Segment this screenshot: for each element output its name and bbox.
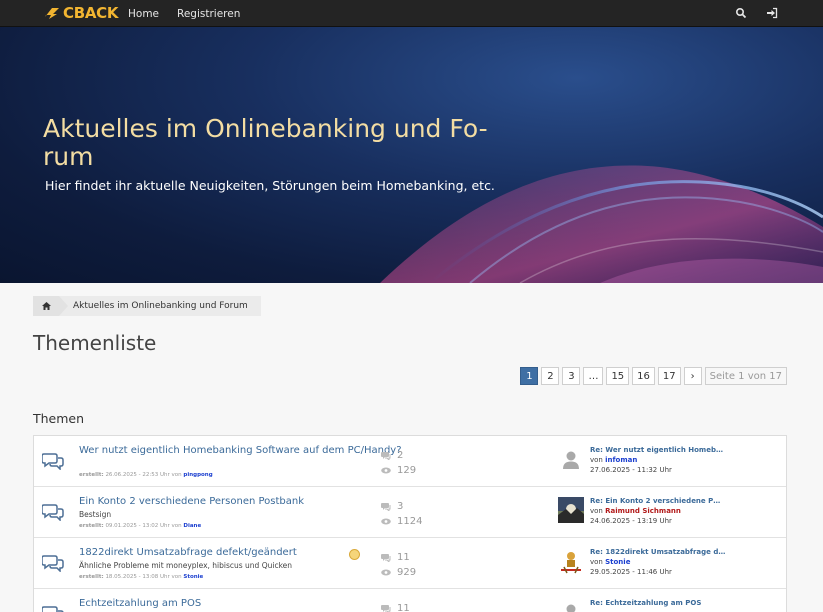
topic-row[interactable]: Echtzeitzahlung am POS 11 Re: Echtzeitza… [34,589,786,612]
replies-icon [381,502,391,511]
next-page-button[interactable]: › [683,367,702,385]
last-post-title-link[interactable]: Re: Wer nutzt eigentlich Homeb… [590,446,723,454]
page-17-button[interactable]: 17 [657,367,681,385]
replies-icon [381,553,391,562]
logo-icon [45,8,59,19]
last-post-date: 27.06.2025 - 11:32 Uhr [590,466,672,474]
top-navbar: CBACK Home Registrieren [0,0,823,27]
comments-icon [42,453,64,470]
hero-subtitle: Hier findet ihr aktuelle Neuigkeiten, St… [45,178,495,193]
topic-stats: 11 [381,601,410,612]
topic-row[interactable]: Wer nutzt eigentlich Homebanking Softwar… [34,436,786,487]
topic-title-link[interactable]: Echtzeitzahlung am POS [79,598,201,609]
page-2-button[interactable]: 2 [541,367,560,385]
breadcrumb-separator [59,296,68,316]
last-post-date: 24.06.2025 - 13:19 Uhr [590,517,672,525]
page-info: Seite 1 von 17 [704,367,787,385]
topic-title-link[interactable]: Wer nutzt eigentlich Homebanking Softwar… [79,445,402,456]
last-post-by: von infoman [590,456,637,464]
created-date: 18.05.2025 - 13:08 Uhr [105,574,170,580]
topic-title-link[interactable]: Ein Konto 2 verschiedene Personen Postba… [79,496,304,507]
views-icon [381,467,391,474]
breadcrumb: Aktuelles im Onlinebanking und Forum [33,296,261,316]
comments-icon [42,606,64,612]
replies-icon [381,604,391,612]
page-1-button[interactable]: 1 [520,367,539,385]
nav-register-link[interactable]: Registrieren [177,8,240,20]
topic-title-link[interactable]: 1822direkt Umsatzabfrage defekt/geändert [79,547,297,558]
user-avatar-photo [558,497,584,523]
page-3-button[interactable]: 3 [562,367,581,385]
last-post-by: von Stonie [590,558,630,566]
last-by-label: von [590,507,603,515]
topic-stats: 11 929 [381,550,416,580]
author-link[interactable]: Stonie [183,574,203,580]
topic-stats: 3 1124 [381,499,422,529]
last-post-by: von Raimund Sichmann [590,507,681,515]
topic-meta: erstellt: 18.05.2025 - 13:08 Uhr von Sto… [79,574,203,580]
section-title: Themen [33,411,85,426]
topic-meta: erstellt: 09.01.2025 - 13:02 Uhr von Dia… [79,523,201,529]
last-post-user-link[interactable]: Raimund Sichmann [605,507,681,515]
breadcrumb-current[interactable]: Aktuelles im Onlinebanking und Forum [68,296,261,316]
reply-count: 2 [397,450,404,461]
hero-banner: Aktuelles im Onlinebanking und Fo-rum Hi… [0,27,823,283]
created-label: erstellt: [79,523,104,529]
breadcrumb-home[interactable] [33,296,59,316]
views-icon [381,518,391,525]
smiley-icon [349,549,360,560]
last-post-date: 29.05.2025 - 11:46 Uhr [590,568,672,576]
sign-in-icon[interactable] [766,7,778,19]
topic-row[interactable]: 1822direkt Umsatzabfrage defekt/geändert… [34,538,786,589]
created-label: erstellt: [79,472,104,478]
topic-meta: erstellt: 26.06.2025 - 22:53 Uhr von pin… [79,472,213,478]
last-post-title-link[interactable]: Re: Echtzeitzahlung am POS [590,599,701,607]
page-15-button[interactable]: 15 [606,367,630,385]
search-icon[interactable] [735,7,747,19]
by-label: von [171,523,182,529]
view-count: 929 [397,567,417,578]
comments-icon [42,555,64,572]
page-title: Themenliste [33,331,157,355]
default-avatar-icon [566,604,576,612]
by-label: von [171,574,182,580]
view-count: 1124 [397,516,423,527]
last-post-user-link[interactable]: Stonie [605,558,630,566]
topic-row[interactable]: Ein Konto 2 verschiedene Personen Postba… [34,487,786,538]
last-by-label: von [590,456,603,464]
created-label: erstellt: [79,574,104,580]
topic-description: Bestsign [79,510,112,519]
reply-count: 11 [397,603,410,612]
page-ellipsis-button[interactable]: … [583,367,604,385]
last-post-title-link[interactable]: Re: 1822direkt Umsatzabfrage d… [590,548,725,556]
pagination: 1 2 3 … 15 16 17 › Seite 1 von 17 [520,367,787,385]
author-link[interactable]: Diane [183,523,201,529]
site-logo[interactable]: CBACK [43,4,119,22]
comments-icon [42,504,64,521]
logo-text: CBACK [63,4,119,22]
default-avatar-icon [563,451,579,469]
last-by-label: von [590,558,603,566]
views-icon [381,569,391,576]
home-icon [41,302,51,310]
page-16-button[interactable]: 16 [632,367,655,385]
author-link[interactable]: pingpong [183,472,212,478]
reply-count: 3 [397,501,404,512]
last-post-title-link[interactable]: Re: Ein Konto 2 verschiedene P… [590,497,720,505]
nav-home-link[interactable]: Home [128,8,159,20]
topic-description: Ähnliche Probleme mit moneyplex, hibiscu… [79,561,293,570]
topic-list: Wer nutzt eigentlich Homebanking Softwar… [33,435,787,612]
reply-count: 11 [397,552,410,563]
topic-stats: 2 129 [381,448,416,478]
replies-icon [381,451,391,460]
last-post-user-link[interactable]: infoman [605,456,637,464]
hero-title: Aktuelles im Onlinebanking und Fo-rum [43,114,488,171]
by-label: von [171,472,182,478]
created-date: 09.01.2025 - 13:02 Uhr [105,523,170,529]
created-date: 26.06.2025 - 22:53 Uhr [105,472,170,478]
user-avatar-cartoon [558,548,584,574]
view-count: 129 [397,465,417,476]
